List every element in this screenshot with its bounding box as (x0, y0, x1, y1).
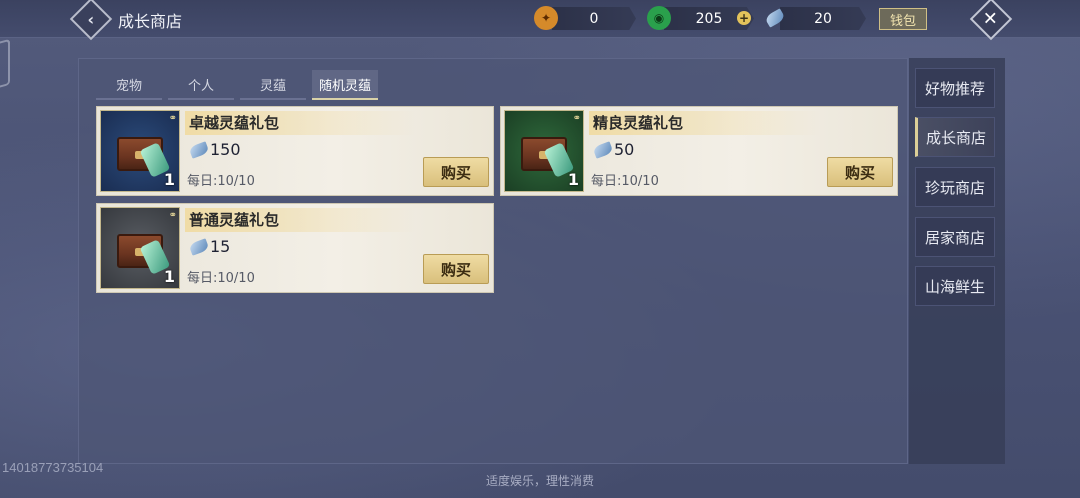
spirit-feather-icon (188, 238, 210, 256)
tab-lingyun[interactable]: 灵蕴 (240, 70, 306, 100)
buy-button[interactable]: 购买 (827, 157, 893, 187)
item-thumbnail: ⚭ 1 (100, 110, 180, 192)
close-icon: ✕ (983, 8, 999, 30)
item-name: 普通灵蕴礼包 (185, 208, 415, 232)
daily-limit: 每日:10/10 (187, 271, 255, 286)
currency-jade-value: 205 (695, 10, 723, 27)
item-count: 1 (567, 170, 579, 189)
item-name: 卓越灵蕴礼包 (185, 111, 415, 135)
shop-item-card[interactable]: ⚭ 1 精良灵蕴礼包 50 每日:10/10 购买 (500, 106, 898, 196)
currency-gold: 0 (552, 7, 636, 30)
daily-limit: 每日:10/10 (187, 174, 255, 189)
item-count: 1 (163, 170, 175, 189)
jade-coin-icon: ◉ (647, 6, 671, 30)
buy-button[interactable]: 购买 (423, 254, 489, 284)
gold-token-icon: ✦ (534, 6, 558, 30)
daily-limit: 每日:10/10 (591, 174, 659, 189)
link-icon: ⚭ (168, 210, 177, 221)
currency-feather: 20 (780, 7, 866, 30)
back-button[interactable]: ‹ (69, 0, 113, 41)
spirit-feather-icon (188, 141, 210, 159)
sidebar-item-home-shop[interactable]: 居家商店 (915, 217, 995, 257)
left-edge-decoration (0, 38, 10, 92)
chevron-left-icon: ‹ (87, 9, 95, 29)
close-button[interactable]: ✕ (969, 0, 1013, 41)
tab-pet[interactable]: 宠物 (96, 70, 162, 100)
sidebar-item-treasure-shop[interactable]: 珍玩商店 (915, 167, 995, 207)
add-currency-icon[interactable]: + (737, 11, 751, 25)
currency-feather-value: 20 (814, 10, 832, 27)
link-icon: ⚭ (572, 113, 581, 124)
item-count: 1 (163, 267, 175, 286)
health-notice: 适度娱乐，理性消费 (485, 474, 594, 488)
spirit-feather-icon (763, 6, 787, 30)
top-bar: ‹ 成长商店 0 ✦ 205 ◉ + 20 钱包 ✕ (0, 0, 1080, 41)
tab-random-lingyun[interactable]: 随机灵蕴 (312, 70, 378, 100)
item-price: 15 (210, 237, 231, 256)
tab-personal[interactable]: 个人 (168, 70, 234, 100)
wallet-button[interactable]: 钱包 (879, 8, 927, 30)
sidebar-item-growth-shop[interactable]: 成长商店 (915, 117, 995, 157)
page-title: 成长商店 (118, 12, 183, 31)
shop-item-card[interactable]: ⚭ 1 普通灵蕴礼包 15 每日:10/10 购买 (96, 203, 494, 293)
item-price: 50 (614, 140, 635, 159)
currency-gold-value: 0 (589, 10, 599, 27)
item-price: 150 (210, 140, 241, 159)
item-thumbnail: ⚭ 1 (504, 110, 584, 192)
buy-button[interactable]: 购买 (423, 157, 489, 187)
item-thumbnail: ⚭ 1 (100, 207, 180, 289)
shop-item-card[interactable]: ⚭ 1 卓越灵蕴礼包 150 每日:10/10 购买 (96, 106, 494, 196)
sidebar-item-recommended[interactable]: 好物推荐 (915, 68, 995, 108)
sidebar-item-seafood-shop[interactable]: 山海鲜生 (915, 266, 995, 306)
link-icon: ⚭ (168, 113, 177, 124)
spirit-feather-icon (592, 141, 614, 159)
shop-sidebar: 好物推荐 成长商店 珍玩商店 居家商店 山海鲜生 (909, 58, 1005, 464)
category-tabs: 宠物 个人 灵蕴 随机灵蕴 (96, 70, 378, 100)
item-name: 精良灵蕴礼包 (589, 111, 819, 135)
